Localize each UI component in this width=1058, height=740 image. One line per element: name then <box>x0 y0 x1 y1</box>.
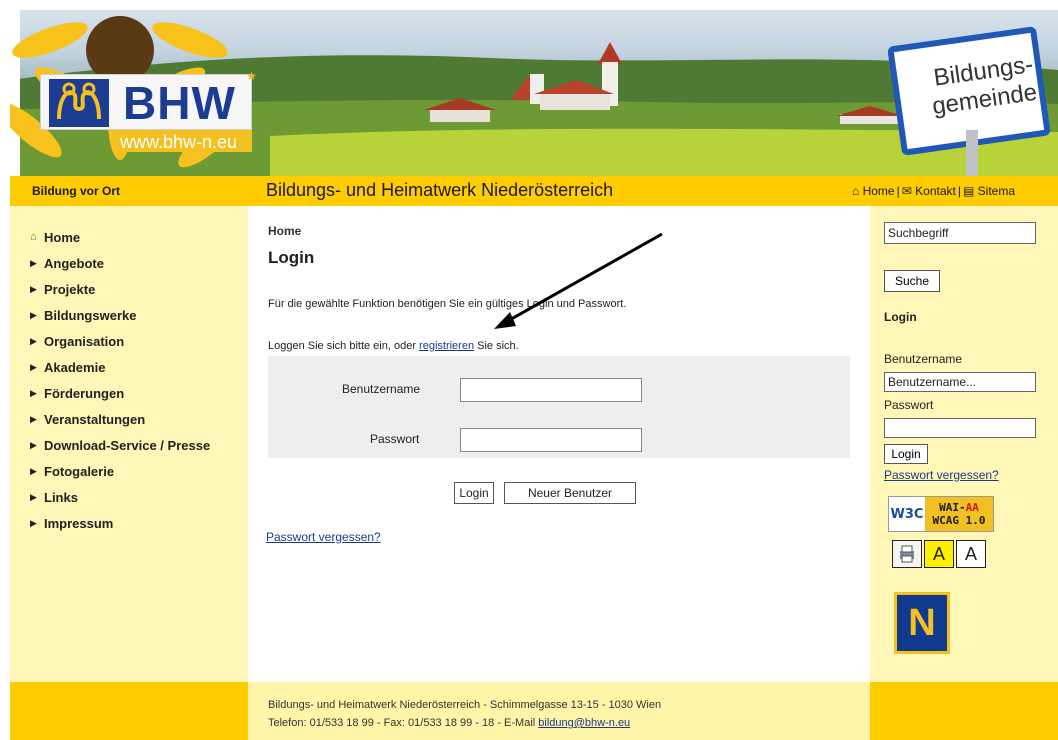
logo-url: www.bhw-n.eu <box>120 132 238 152</box>
nav-item-organisation[interactable]: ▶ Organisation <box>30 328 210 354</box>
header-banner: BHW ★ www.bhw-n.eu Bildungs- gemeinde <box>10 10 1058 176</box>
nav-item-akademie[interactable]: ▶ Akademie <box>30 354 210 380</box>
main-nav: ⌂ Home ▶ Angebote ▶ Projekte ▶ Bildungswerke… <box>30 224 210 536</box>
top-link-sitemap[interactable]: Sitema <box>978 184 1015 198</box>
nav-item-label: Förderungen <box>44 385 125 401</box>
nav-item-label: Veranstaltungen <box>44 411 146 427</box>
contrast-white-button[interactable]: A <box>956 540 986 568</box>
breadcrumb[interactable]: Home <box>268 224 301 238</box>
triangle-right-icon: ▶ <box>30 413 37 424</box>
sitemap-icon: ▤ <box>962 184 975 198</box>
login-required-text: Für die gewählte Funktion benötigen Sie … <box>268 298 627 310</box>
username-label: Benutzername <box>342 382 421 396</box>
top-link-kontakt[interactable]: Kontakt <box>915 184 956 198</box>
new-user-button[interactable]: Neuer Benutzer <box>504 482 636 504</box>
triangle-right-icon: ▶ <box>30 491 37 502</box>
side-username-input[interactable] <box>884 372 1036 392</box>
triangle-right-icon: ▶ <box>30 517 37 528</box>
triangle-right-icon: ▶ <box>30 257 37 268</box>
tagline: Bildung vor Ort <box>32 184 120 198</box>
sign-text: Bildungs- gemeinde <box>930 50 1039 121</box>
nav-item-label: Home <box>44 229 81 245</box>
bhw-logo[interactable]: BHW ★ www.bhw-n.eu <box>40 69 257 152</box>
side-password-input[interactable] <box>884 418 1036 438</box>
side-username-label: Benutzername <box>884 352 963 366</box>
side-login-button[interactable]: Login <box>884 444 928 464</box>
nav-item-angebote[interactable]: ▶ Angebote <box>30 250 210 276</box>
nav-item-label: Links <box>44 489 78 505</box>
w3c-wai-badge[interactable]: W3C WAI-AA WCAG 1.0 <box>888 496 994 532</box>
logo-people-icon <box>49 79 109 127</box>
triangle-right-icon: ▶ <box>30 309 37 320</box>
side-login-heading: Login <box>884 310 917 324</box>
print-icon[interactable] <box>892 540 922 568</box>
forgot-password-link[interactable]: Passwort vergessen? <box>266 530 381 544</box>
nav-item-label: Angebote <box>44 255 104 271</box>
wcag-text: WCAG 1.0 <box>932 514 986 527</box>
triangle-right-icon: ▶ <box>30 387 37 398</box>
mail-icon: ✉ <box>901 184 912 198</box>
nav-item-home[interactable]: ⌂ Home <box>30 224 210 250</box>
nav-item-bildungswerke[interactable]: ▶ Bildungswerke <box>30 302 210 328</box>
nav-item-fotogalerie[interactable]: ▶ Fotogalerie <box>30 458 210 484</box>
footer-right <box>870 682 1058 740</box>
home-icon: ⌂ <box>852 184 860 198</box>
password-input[interactable] <box>460 428 642 452</box>
triangle-right-icon: ▶ <box>30 283 37 294</box>
nav-item-label: Organisation <box>44 333 125 349</box>
side-password-label: Passwort <box>884 398 934 412</box>
footer-address: Bildungs- und Heimatwerk Niederösterreic… <box>268 696 661 732</box>
top-links: ⌂ Home | ✉ Kontakt | ▤ Sitema <box>852 184 1016 198</box>
w3c-logo: W3C <box>890 506 924 522</box>
wai-text: WAI- <box>939 501 966 514</box>
aa-text: AA <box>965 501 979 514</box>
main-content: Home Login Für die gewählte Funktion ben… <box>248 206 870 682</box>
password-label: Passwort <box>370 432 420 446</box>
login-button[interactable]: Login <box>454 482 494 504</box>
left-sidebar: ⌂ Home ▶ Angebote ▶ Projekte ▶ Bildungswerke… <box>10 206 248 682</box>
forgot-password: Passwort vergessen? <box>266 530 381 544</box>
top-bar: Bildung vor Ort Bildungs- und Heimatwerk… <box>10 176 1058 206</box>
printer-icon <box>900 545 914 563</box>
nav-item-download-service[interactable]: ▶ Download-Service / Presse <box>30 432 210 458</box>
star-icon: ★ <box>246 69 257 83</box>
niederoesterreich-logo[interactable]: N <box>894 592 950 654</box>
footer: Bildungs- und Heimatwerk Niederösterreic… <box>248 682 870 740</box>
triangle-right-icon: ▶ <box>30 465 37 476</box>
side-forgot-password-link[interactable]: Passwort vergessen? <box>884 468 999 482</box>
sign-post <box>966 130 978 176</box>
username-input[interactable] <box>460 378 642 402</box>
page-title: Login <box>268 248 315 267</box>
nav-item-veranstaltungen[interactable]: ▶ Veranstaltungen <box>30 406 210 432</box>
right-sidebar: Suche Login Benutzername Passwort Login … <box>870 206 1058 682</box>
home-icon: ⌂ <box>30 231 37 243</box>
footer-email-link[interactable]: bildung@bhw-n.eu <box>538 717 630 729</box>
nav-item-label: Fotogalerie <box>44 463 115 479</box>
accessibility-buttons: A A <box>892 540 986 568</box>
login-form: Benutzername Passwort <box>268 356 850 458</box>
login-hint-text: Loggen Sie sich bitte ein, oder registri… <box>268 340 519 352</box>
nav-item-label: Projekte <box>44 281 96 297</box>
nav-item-foerderungen[interactable]: ▶ Förderungen <box>30 380 210 406</box>
footer-left <box>10 682 248 740</box>
nav-item-label: Download-Service / Presse <box>44 437 211 453</box>
site-title: Bildungs- und Heimatwerk Niederösterreic… <box>266 180 614 200</box>
logo-text: BHW <box>123 77 236 129</box>
search-input[interactable] <box>884 222 1036 244</box>
contrast-yellow-button[interactable]: A <box>924 540 954 568</box>
triangle-right-icon: ▶ <box>30 439 37 450</box>
register-link[interactable]: registrieren <box>419 340 474 352</box>
search-button[interactable]: Suche <box>884 270 940 292</box>
nav-item-impressum[interactable]: ▶ Impressum <box>30 510 210 536</box>
nav-item-label: Akademie <box>44 359 106 375</box>
top-link-home[interactable]: Home <box>863 184 895 198</box>
footer-line-1: Bildungs- und Heimatwerk Niederösterreic… <box>268 699 662 711</box>
nav-item-label: Bildungswerke <box>44 307 137 323</box>
footer-line-2: Telefon: 01/533 18 99 - Fax: 01/533 18 9… <box>268 717 631 729</box>
triangle-right-icon: ▶ <box>30 335 37 346</box>
nav-item-links[interactable]: ▶ Links <box>30 484 210 510</box>
triangle-right-icon: ▶ <box>30 361 37 372</box>
nav-item-label: Impressum <box>44 515 114 531</box>
nav-item-projekte[interactable]: ▶ Projekte <box>30 276 210 302</box>
